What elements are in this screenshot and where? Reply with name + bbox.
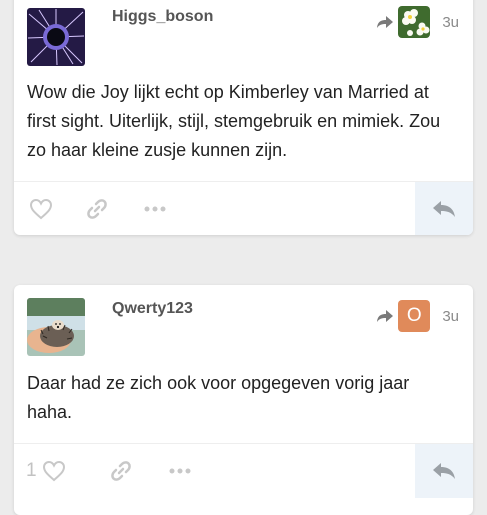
post-card: Higgs_boson 3u Wow die Joy lijkt echt op… — [14, 0, 473, 235]
post-actions: 1 — [14, 443, 473, 498]
post-card: Qwerty123 O 3u Daar had ze zich ook voor… — [14, 285, 473, 515]
reply-to-arrow-icon — [377, 310, 394, 322]
copy-link-button[interactable] — [85, 182, 109, 235]
reply-button[interactable] — [415, 182, 473, 235]
like-count[interactable]: 1 — [26, 460, 37, 482]
link-icon — [111, 461, 131, 481]
username[interactable]: Higgs_boson — [112, 8, 213, 26]
reply-to-arrow-icon — [377, 16, 394, 28]
more-icon — [169, 468, 191, 474]
post-age[interactable]: 3u — [442, 308, 459, 325]
reply-icon — [433, 201, 455, 217]
reply-to-avatar[interactable] — [398, 6, 431, 38]
like-button[interactable]: 1 — [26, 444, 66, 498]
reply-button[interactable] — [415, 444, 473, 498]
post-body: Daar had ze zich ook voor opgegeven vori… — [27, 373, 410, 422]
copy-link-button[interactable] — [109, 444, 133, 498]
white-flowers-avatar-icon — [398, 6, 431, 38]
user-avatar[interactable] — [27, 298, 85, 356]
like-button[interactable] — [29, 182, 53, 235]
more-icon — [144, 206, 166, 212]
more-button[interactable] — [169, 444, 191, 498]
hedgehog-avatar-icon — [27, 298, 85, 356]
post-meta: 3u — [376, 6, 459, 38]
username[interactable]: Qwerty123 — [112, 300, 193, 318]
dark-sphere-avatar-icon — [27, 8, 85, 66]
post-age[interactable]: 3u — [442, 14, 459, 31]
post-body: Wow die Joy lijkt echt op Kimberley van … — [27, 82, 441, 160]
reply-to-avatar[interactable]: O — [398, 300, 431, 332]
user-avatar[interactable] — [27, 8, 85, 66]
link-icon — [87, 199, 107, 219]
post-actions — [14, 181, 473, 235]
heart-icon — [42, 460, 65, 482]
post-meta: O 3u — [376, 300, 459, 332]
reply-icon — [433, 463, 455, 479]
more-button[interactable] — [144, 182, 166, 235]
heart-icon — [29, 198, 53, 220]
